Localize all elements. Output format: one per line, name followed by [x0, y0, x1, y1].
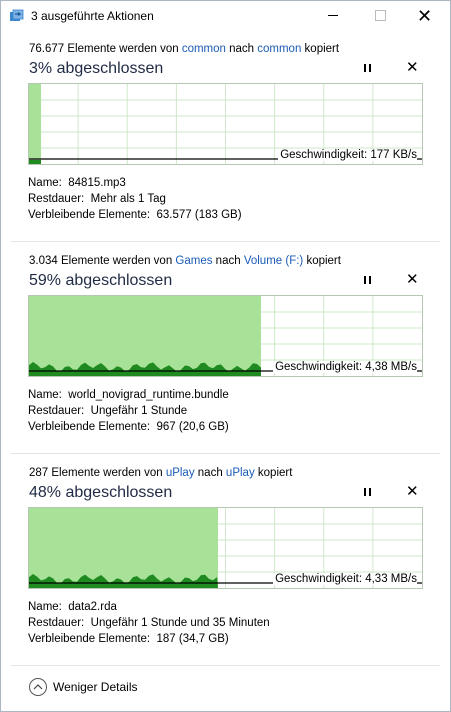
description-text: nach — [225, 43, 258, 55]
stop-icon: ✕ — [406, 271, 419, 288]
speed-label: Geschwindigkeit: 4,38 MB/s — [273, 361, 417, 373]
detail-label: Name: — [28, 389, 62, 401]
minimize-icon — [328, 15, 338, 16]
operation-details: Name: 84815.mp3 Restdauer: Mehr als 1 Ta… — [28, 175, 242, 223]
item-count: 76.677 — [29, 43, 65, 55]
detail-label: Verbleibende Elemente: — [28, 421, 151, 433]
item-count: 287 — [29, 467, 49, 479]
pause-button[interactable] — [363, 275, 373, 285]
file-name: 84815.mp3 — [68, 177, 126, 189]
percent-complete: 3% abgeschlossen — [29, 60, 164, 77]
destination-link[interactable]: uPlay — [226, 467, 255, 479]
divider — [11, 241, 440, 242]
detail-name-row: Name: world_novigrad_runtime.bundle — [28, 387, 229, 403]
copy-dialog-window: 3 ausgeführte Aktionen ✕ 76.677 Elemente… — [0, 0, 451, 712]
percent-complete: 59% abgeschlossen — [29, 272, 173, 289]
progress-graph: Geschwindigkeit: 4,38 MB/s — [28, 295, 423, 377]
pause-button[interactable] — [363, 487, 373, 497]
close-icon: ✕ — [417, 6, 433, 26]
description-text: Elemente werden von — [64, 43, 182, 55]
detail-name-row: Name: 84815.mp3 — [28, 175, 242, 191]
time-remaining: Ungefähr 1 Stunde und 35 Minuten — [90, 617, 270, 629]
progress-graph: Geschwindigkeit: 4,33 MB/s — [28, 507, 423, 589]
stop-button[interactable]: ✕ — [406, 270, 419, 288]
time-remaining: Ungefähr 1 Stunde — [90, 405, 188, 417]
description-text: Elemente werden von — [57, 255, 176, 267]
less-details-label: Weniger Details — [53, 680, 138, 694]
time-remaining: Mehr als 1 Tag — [90, 193, 166, 205]
chevron-up-icon — [29, 678, 47, 696]
operation-description: 76.677 Elemente werden von common nach c… — [29, 43, 339, 55]
stop-button[interactable]: ✕ — [406, 482, 419, 500]
item-count: 3.034 — [29, 255, 58, 267]
transfer-wave — [29, 160, 41, 164]
items-remaining: 967 (20,6 GB) — [156, 421, 229, 433]
detail-name-row: Name: data2.rda — [28, 599, 270, 615]
divider — [11, 665, 440, 666]
detail-label: Verbleibende Elemente: — [28, 633, 151, 645]
detail-remaining-row: Restdauer: Ungefähr 1 Stunde — [28, 403, 229, 419]
progress-graph: Geschwindigkeit: 177 KB/s — [28, 83, 423, 165]
source-link[interactable]: Games — [175, 255, 212, 267]
speed-label: Geschwindigkeit: 4,33 MB/s — [273, 573, 417, 585]
description-text: nach — [194, 467, 226, 479]
stop-icon: ✕ — [406, 483, 419, 500]
destination-link[interactable]: common — [257, 43, 301, 55]
close-button[interactable]: ✕ — [403, 1, 449, 31]
source-link[interactable]: uPlay — [166, 467, 195, 479]
description-text: kopiert — [303, 255, 341, 267]
progress-fill — [29, 296, 261, 376]
detail-label: Name: — [28, 177, 62, 189]
pause-button[interactable] — [363, 63, 373, 73]
description-text: Elemente werden von — [48, 467, 166, 479]
detail-label: Name: — [28, 601, 62, 613]
percent-complete: 48% abgeschlossen — [29, 484, 173, 501]
detail-remaining-row: Restdauer: Mehr als 1 Tag — [28, 191, 242, 207]
operation-details: Name: world_novigrad_runtime.bundle Rest… — [28, 387, 229, 435]
maximize-icon — [375, 10, 386, 21]
detail-label: Verbleibende Elemente: — [28, 209, 151, 221]
progress-fill — [29, 508, 218, 588]
file-name: world_novigrad_runtime.bundle — [68, 389, 229, 401]
detail-items-row: Verbleibende Elemente: 63.577 (183 GB) — [28, 207, 242, 223]
description-text: kopiert — [254, 467, 293, 479]
stop-button[interactable]: ✕ — [406, 58, 419, 76]
operation-description: 3.034 Elemente werden von Games nach Vol… — [29, 255, 341, 267]
detail-label: Restdauer: — [28, 617, 85, 629]
maximize-button[interactable] — [357, 1, 403, 31]
titlebar[interactable]: 3 ausgeführte Aktionen ✕ — [1, 1, 450, 31]
operation-description: 287 Elemente werden von uPlay nach uPlay… — [29, 467, 292, 479]
divider — [11, 453, 440, 454]
operation-details: Name: data2.rda Restdauer: Ungefähr 1 St… — [28, 599, 270, 647]
source-link[interactable]: common — [182, 43, 226, 55]
file-name: data2.rda — [68, 601, 117, 613]
minimize-button[interactable] — [311, 1, 357, 31]
stop-icon: ✕ — [406, 59, 419, 76]
speed-label: Geschwindigkeit: 177 KB/s — [278, 149, 417, 161]
window-title: 3 ausgeführte Aktionen — [31, 9, 154, 23]
detail-items-row: Verbleibende Elemente: 967 (20,6 GB) — [28, 419, 229, 435]
items-remaining: 187 (34,7 GB) — [156, 633, 229, 645]
description-text: nach — [212, 255, 244, 267]
detail-remaining-row: Restdauer: Ungefähr 1 Stunde und 35 Minu… — [28, 615, 270, 631]
detail-label: Restdauer: — [28, 405, 85, 417]
progress-fill — [29, 84, 41, 164]
description-text: kopiert — [301, 43, 340, 55]
items-remaining: 63.577 (183 GB) — [156, 209, 242, 221]
copy-files-icon — [10, 9, 24, 21]
detail-label: Restdauer: — [28, 193, 85, 205]
detail-items-row: Verbleibende Elemente: 187 (34,7 GB) — [28, 631, 270, 647]
destination-link[interactable]: Volume (F:) — [244, 255, 303, 267]
